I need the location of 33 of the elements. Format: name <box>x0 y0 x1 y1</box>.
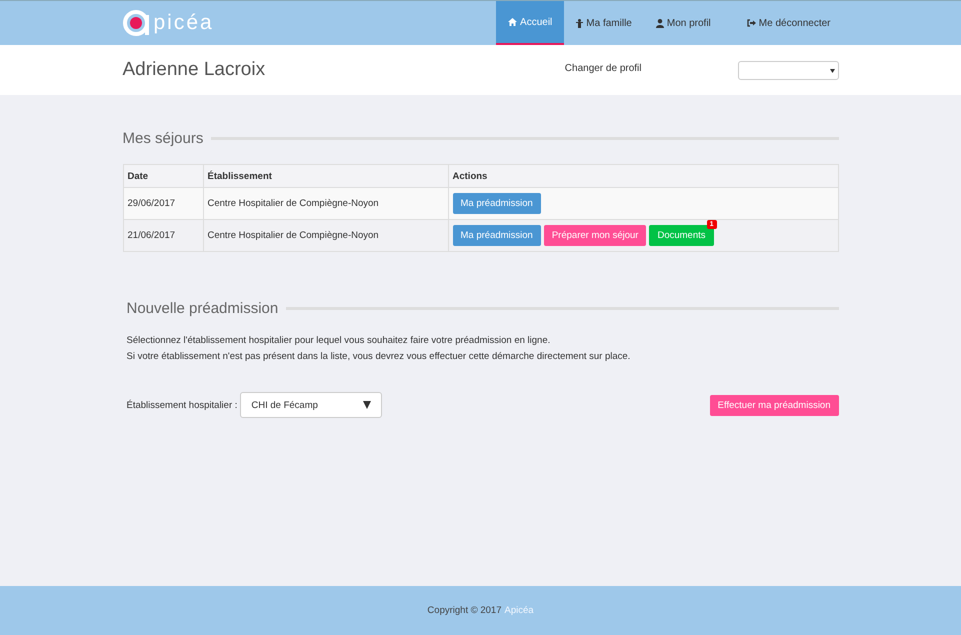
person-icon <box>576 18 584 28</box>
info-text: Si votre établissement n'est pas présent dans la liste, vous devrez vous effectuer cette démarche directement sur place. <box>126 351 632 362</box>
facility-label: Établissement hospitalier : <box>126 400 238 410</box>
user-icon <box>656 18 664 28</box>
column-header: Actions <box>448 164 838 188</box>
facility-select[interactable]: CHI de Fécamp <box>240 392 382 418</box>
nav-tab[interactable]: Ma famille <box>564 1 644 45</box>
preadmission-button[interactable]: Ma préadmission <box>452 193 541 214</box>
preadmission-button[interactable]: Ma préadmission <box>452 225 541 246</box>
profile-select[interactable] <box>738 61 838 80</box>
caret-icon <box>363 401 372 409</box>
table-cell: Centre Hospitalier de Compiègne-Noyon <box>203 220 448 252</box>
documents-button[interactable]: Documents <box>649 225 714 246</box>
logout-icon <box>746 19 756 27</box>
footer-link[interactable]: Apicéa <box>504 605 534 616</box>
section-title: Mes séjours <box>122 130 204 147</box>
table-cell: 21/06/2017 <box>123 220 203 252</box>
nav-tab[interactable]: Me déconnecter <box>722 1 842 45</box>
logo-icon <box>122 9 150 37</box>
info-text: Sélectionnez l'établissement hospitalier pour lequel vous souhaitez faire votre préadmission en ligne. <box>126 335 552 346</box>
caret-icon <box>830 68 834 72</box>
home-icon <box>508 18 518 26</box>
column-header: Date <box>123 164 203 188</box>
section-title: Nouvelle préadmission <box>126 300 278 317</box>
prepare-stay-button[interactable]: Préparer mon séjour <box>544 225 646 246</box>
switch-profile-label: Changer de profil <box>564 63 642 74</box>
nav-tab[interactable]: Mon profil <box>644 1 723 45</box>
column-header: Établissement <box>203 164 448 188</box>
logo-text: picéa <box>154 11 214 35</box>
nav-tab[interactable]: Accueil <box>496 1 564 45</box>
copyright-text: Copyright © 2017 <box>427 605 502 616</box>
user-name: Adrienne Lacroix <box>122 59 266 81</box>
submit-preadmission-button[interactable]: Effectuer ma préadmission <box>710 394 838 416</box>
